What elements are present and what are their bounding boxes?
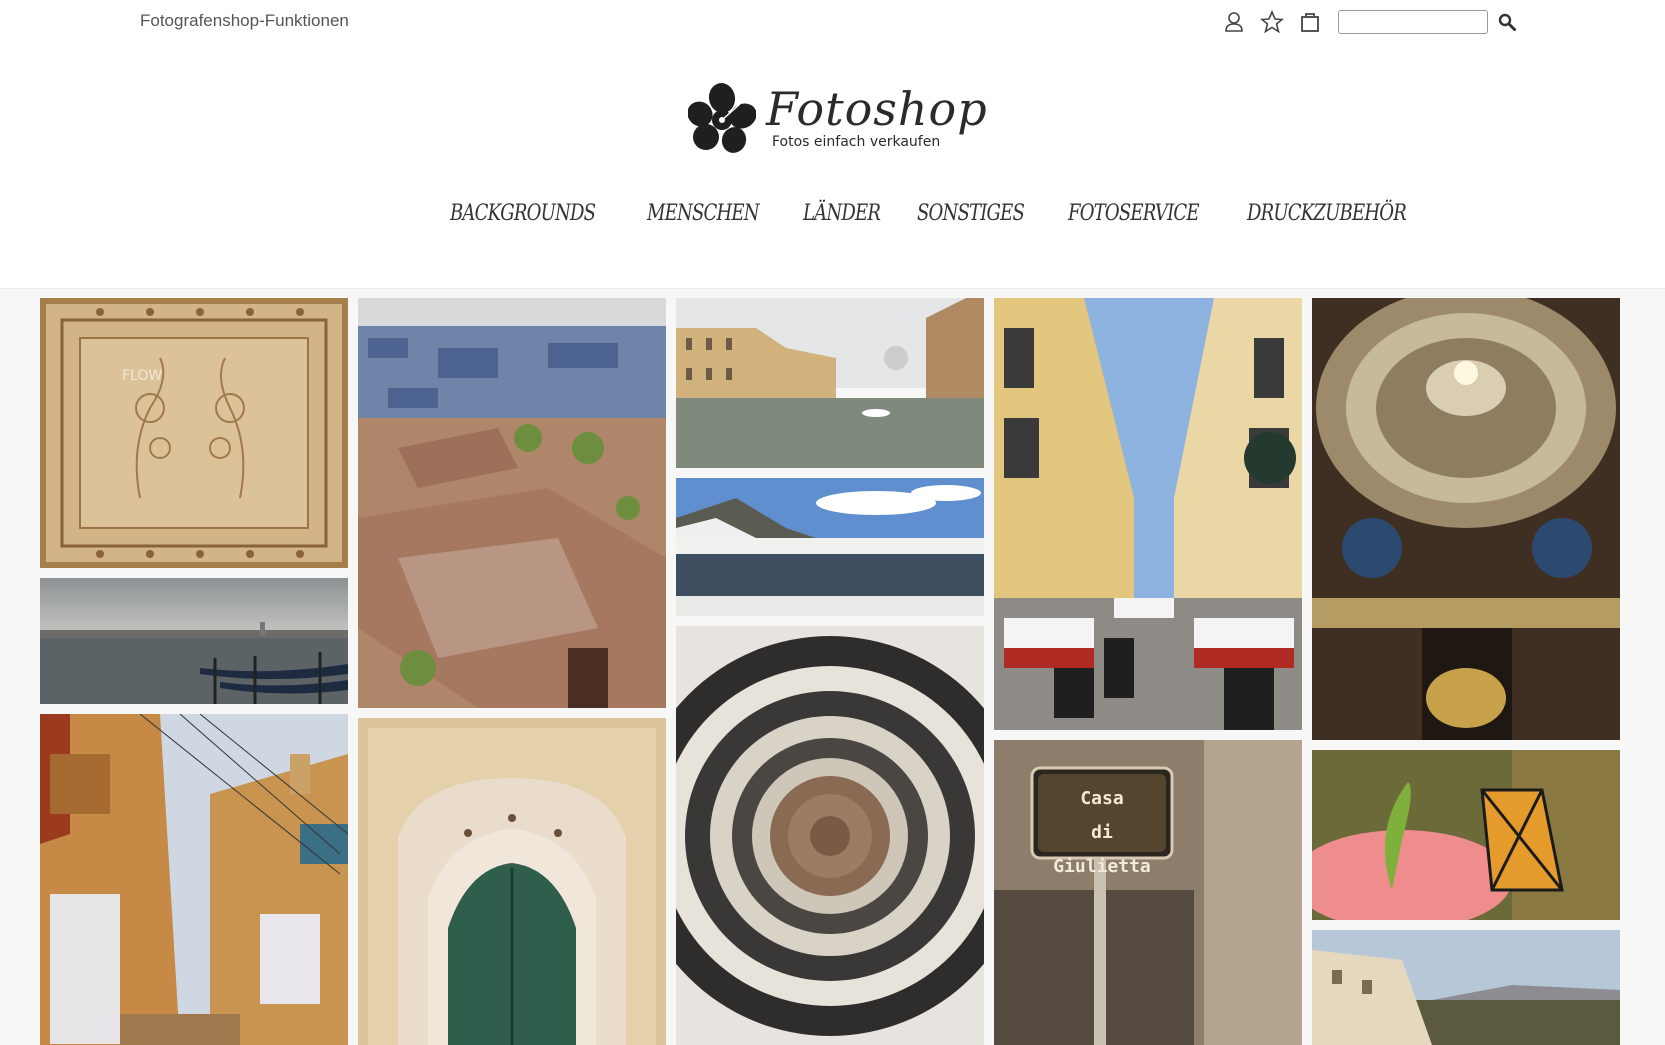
photo-venice-grand-canal[interactable] [676,298,984,468]
casa-di-giulietta-sign-text: Casa di Giulietta [1046,782,1158,884]
nav-item-laender[interactable]: LÄNDER [803,201,881,226]
sign-line-2: di Giulietta [1053,822,1151,877]
photo-ornamental-panel[interactable]: FLOW [40,298,348,568]
nav-item-fotoservice[interactable]: FOTOSERVICE [1068,201,1200,226]
sign-line-1: Casa [1080,788,1124,809]
photo-spiral-staircase[interactable] [676,626,984,1045]
shopping-bag-icon[interactable] [1298,10,1322,34]
star-icon[interactable] [1260,10,1284,34]
hibiscus-flower-icon [687,82,757,154]
nav-item-menschen[interactable]: MENSCHEN [647,201,760,226]
nav-item-sonstiges[interactable]: SONSTIGES [917,201,1025,226]
user-icon[interactable] [1222,10,1246,34]
photo-mountain-lake-snow[interactable] [676,478,984,616]
site-logo[interactable]: Fotoshop Fotos einfach verkaufen [687,80,988,158]
photo-jodhpur-blue-city[interactable] [358,298,666,708]
nav-item-druckzubehoer[interactable]: DRUCKZUBEHÖR [1247,201,1407,226]
top-bar: Fotografenshop-Funktionen [0,0,1665,44]
search-input[interactable] [1338,10,1488,34]
photo-st-peters-dome[interactable] [1312,298,1620,740]
photo-ronda-landscape[interactable] [1312,930,1620,1045]
main-navigation: BACKGROUNDS MENSCHEN LÄNDER SONSTIGES FO… [450,196,1461,230]
brand-tagline: Fotos einfach verkaufen [772,134,941,150]
header-tools [1222,8,1518,36]
nav-item-backgrounds[interactable]: BACKGROUNDS [450,201,596,226]
brand-name: Fotoshop [766,82,988,136]
photo-venice-lagoon-gondolas[interactable] [40,578,348,704]
photo-carved-door-arch[interactable] [358,718,666,1045]
photo-india-street-houses[interactable] [40,714,348,1045]
photo-casa-di-giulietta-sign[interactable]: Casa di Giulietta [994,740,1302,1045]
photographer-shop-features-link[interactable]: Fotografenshop-Funktionen [140,11,349,31]
photo-restaurant-street-ronda[interactable] [994,298,1302,730]
search-icon[interactable] [1496,11,1518,33]
photo-monarch-butterfly-flower[interactable] [1312,750,1620,920]
